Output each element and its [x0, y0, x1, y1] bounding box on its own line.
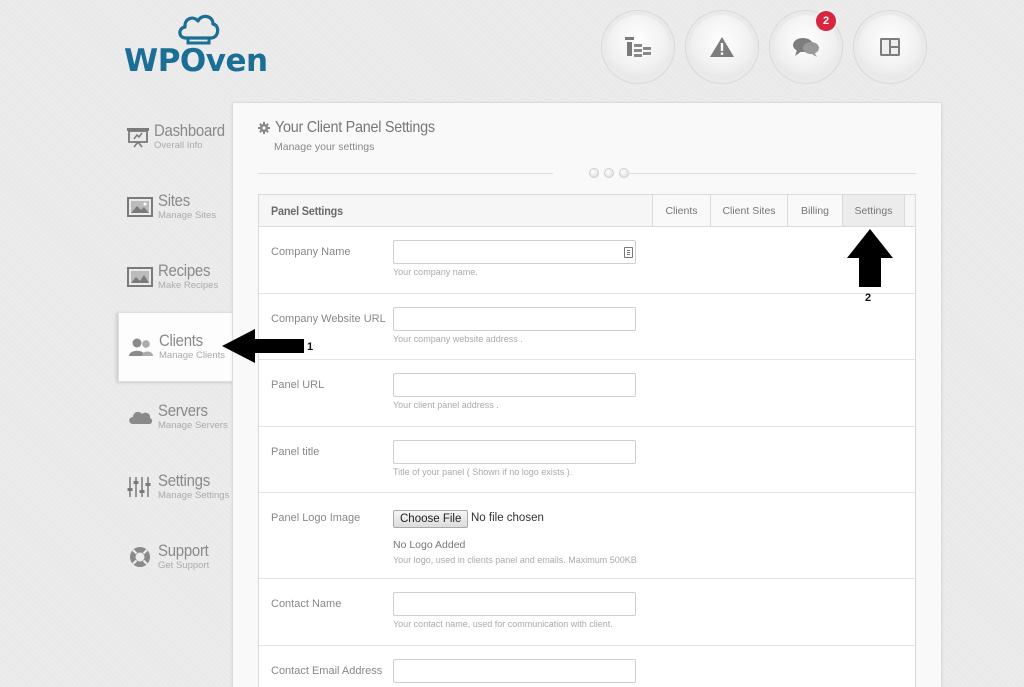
panel-logo-row: Panel Logo Image Choose File No file cho…	[259, 493, 915, 579]
contact-name-row: Contact Name Your contact name, used for…	[259, 579, 915, 646]
field-label: Contact Name	[271, 598, 342, 610]
layout-button[interactable]	[858, 15, 922, 79]
recipe-image-icon	[127, 267, 153, 287]
company-name-row: Company Name Your company name.	[259, 227, 915, 294]
gear-icon	[258, 122, 270, 134]
sidebar-item-subtitle: Manage Sites	[158, 210, 217, 222]
lifebuoy-icon	[130, 547, 150, 567]
panel-url-input[interactable]	[393, 373, 636, 397]
brand-name: WPOven	[124, 43, 268, 79]
sidebar-item-title: Dashboard	[154, 121, 225, 141]
contact-email-row: Contact Email Address	[259, 646, 915, 687]
sidebar-item-sites[interactable]: Sites Manage Sites	[118, 172, 234, 242]
contact-name-input[interactable]	[393, 592, 636, 616]
tab-billing[interactable]: Billing	[787, 195, 842, 226]
annotation-arrow-left	[222, 329, 304, 363]
company-website-row: Company Website URL Your company website…	[259, 294, 915, 360]
cloud-icon	[129, 411, 153, 424]
sidebar-item-servers[interactable]: Servers Manage Servers	[118, 382, 234, 452]
sidebar-item-title: Settings	[158, 471, 210, 491]
tab-client-sites[interactable]: Client Sites	[710, 195, 787, 226]
field-label: Panel Logo Image	[271, 512, 361, 524]
panel-title-input[interactable]	[393, 439, 636, 464]
page-subtitle: Manage your settings	[274, 141, 375, 153]
sidebar-nav: Dashboard Overall Info Sites Manage Sites …	[118, 102, 238, 592]
no-logo-text: No Logo Added	[393, 539, 466, 551]
sidebar-item-subtitle: Make Recipes	[158, 280, 219, 292]
image-icon	[127, 197, 153, 217]
stats-button[interactable]	[606, 15, 670, 79]
panel-url-row: Panel URL Your client panel address .	[259, 360, 915, 427]
tab-clients[interactable]: Clients	[652, 195, 710, 226]
sidebar-item-support[interactable]: Support Get Support	[118, 522, 234, 592]
annotation-label-1: 1	[307, 341, 314, 353]
cloud-logo-icon	[178, 14, 220, 45]
messages-button[interactable]: 2	[774, 11, 838, 79]
sidebar-item-subtitle: Manage Servers	[158, 420, 228, 432]
field-help: Your company website address .	[393, 333, 523, 344]
stats-icon	[625, 37, 651, 57]
section-divider	[258, 168, 916, 178]
divider-dots	[589, 168, 629, 178]
field-label: Contact Email Address	[271, 664, 383, 677]
annotation-label-2: 2	[865, 292, 872, 304]
sidebar-item-title: Support	[158, 541, 209, 561]
panel-title-row: Panel title Title of your panel ( Shown …	[259, 427, 915, 493]
sidebar-item-dashboard[interactable]: Dashboard Overall Info	[118, 102, 234, 172]
sidebar-item-subtitle: Manage Settings	[158, 490, 230, 502]
contact-card-icon[interactable]	[624, 247, 633, 258]
field-help: Your logo, used in clients panel and ema…	[393, 555, 637, 565]
annotation-arrow-up	[847, 229, 893, 287]
layout-icon	[880, 38, 900, 56]
sidebar-item-subtitle: Manage Clients	[159, 350, 226, 362]
company-name-input[interactable]	[393, 240, 636, 264]
field-label: Company Name	[271, 246, 351, 258]
file-status: No file chosen	[471, 512, 544, 524]
field-help: Your company name.	[393, 267, 478, 277]
field-label: Company Website URL	[271, 312, 386, 325]
sidebar-item-title: Clients	[159, 331, 203, 351]
box-title: Panel Settings	[271, 203, 343, 218]
choose-file-button[interactable]: Choose File	[393, 510, 469, 528]
main-panel: Your Client Panel Settings Manage your s…	[232, 102, 942, 687]
panel-header: Your Client Panel Settings Manage your s…	[258, 119, 453, 153]
sidebar-item-clients[interactable]: Clients Manage Clients	[118, 312, 238, 382]
sidebar-item-title: Sites	[158, 191, 190, 211]
sidebar-item-settings[interactable]: Settings Manage Settings	[118, 452, 234, 522]
box-header: Panel Settings Clients Client Sites Bill…	[259, 195, 915, 227]
wpoven-logo[interactable]: WPOven	[124, 12, 268, 78]
presentation-icon	[127, 128, 149, 148]
warning-button[interactable]	[690, 15, 754, 79]
sidebar-item-subtitle: Get Support	[158, 560, 210, 572]
sliders-icon	[127, 477, 151, 497]
panel-settings-box: Panel Settings Clients Client Sites Bill…	[258, 194, 916, 687]
warning-icon	[710, 37, 734, 57]
field-help: Your contact name, used for communicatio…	[393, 619, 613, 629]
sidebar-item-title: Recipes	[158, 261, 211, 281]
field-help: Title of your panel ( Shown if no logo e…	[393, 466, 573, 477]
page-title-text: Your Client Panel Settings	[275, 119, 435, 136]
field-label: Panel title	[271, 445, 320, 458]
top-toolbar: 2	[606, 11, 926, 79]
users-icon	[129, 338, 153, 356]
chat-icon	[793, 38, 819, 57]
field-label: Panel URL	[271, 379, 325, 391]
message-count-badge: 2	[816, 11, 836, 31]
company-website-input[interactable]	[393, 306, 636, 331]
sidebar-item-recipes[interactable]: Recipes Make Recipes	[118, 242, 234, 312]
page-title: Your Client Panel Settings	[258, 119, 453, 137]
field-help: Your client panel address .	[393, 400, 499, 410]
tab-settings[interactable]: Settings	[842, 195, 904, 226]
sidebar-item-title: Servers	[158, 401, 208, 421]
contact-email-input[interactable]	[393, 658, 636, 683]
sidebar-item-subtitle: Overall Info	[154, 140, 203, 152]
